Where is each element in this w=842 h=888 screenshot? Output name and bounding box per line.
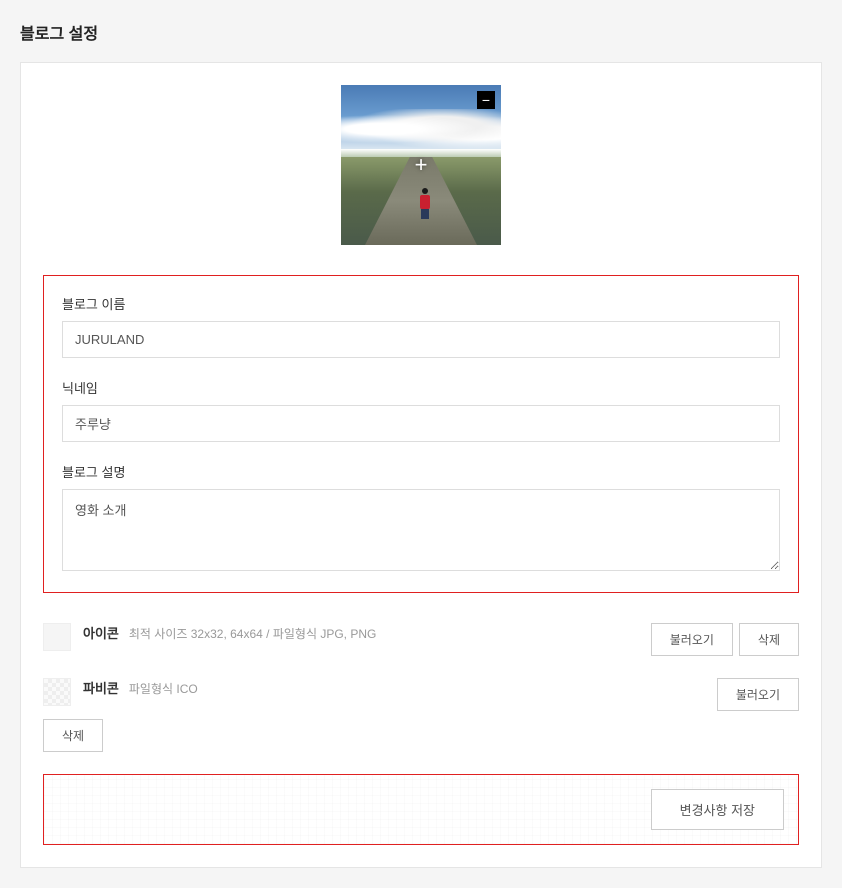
icon-row: 아이콘 최적 사이즈 32x32, 64x64 / 파일형식 JPG, PNG …	[43, 623, 799, 656]
save-row: 변경사항 저장	[43, 774, 799, 845]
cover-image: − +	[341, 85, 501, 245]
description-textarea[interactable]	[62, 489, 780, 571]
favicon-buttons: 불러오기	[717, 678, 799, 711]
icon-delete-button[interactable]: 삭제	[739, 623, 799, 656]
icon-hint: 최적 사이즈 32x32, 64x64 / 파일형식 JPG, PNG	[129, 625, 376, 642]
favicon-hint: 파일형식 ICO	[129, 680, 198, 697]
cover-cloud	[341, 109, 501, 149]
icon-label-group: 아이콘 최적 사이즈 32x32, 64x64 / 파일형식 JPG, PNG	[83, 623, 651, 651]
minus-icon: −	[482, 93, 490, 107]
icon-label: 아이콘	[83, 623, 119, 642]
blog-name-input[interactable]	[62, 321, 780, 358]
nickname-group: 닉네임	[62, 378, 780, 442]
page-title: 블로그 설정	[20, 20, 822, 44]
icon-thumbnail	[43, 623, 71, 651]
settings-panel: − + 블로그 이름 닉네임 블로그 설명 아이콘 최적 사이즈 32x32, …	[20, 62, 822, 868]
cover-person	[418, 188, 432, 216]
cover-section: − +	[43, 85, 799, 245]
nickname-input[interactable]	[62, 405, 780, 442]
blog-name-label: 블로그 이름	[62, 294, 780, 313]
plus-icon: +	[415, 152, 428, 177]
form-box: 블로그 이름 닉네임 블로그 설명	[43, 275, 799, 593]
description-group: 블로그 설명	[62, 462, 780, 574]
description-label: 블로그 설명	[62, 462, 780, 481]
favicon-delete-button[interactable]: 삭제	[43, 719, 103, 752]
favicon-thumbnail	[43, 678, 71, 706]
nickname-label: 닉네임	[62, 378, 780, 397]
remove-cover-button[interactable]: −	[477, 91, 495, 109]
blog-name-group: 블로그 이름	[62, 294, 780, 358]
icon-buttons: 불러오기 삭제	[651, 623, 799, 656]
add-cover-button[interactable]: +	[415, 152, 428, 178]
icon-load-button[interactable]: 불러오기	[651, 623, 733, 656]
favicon-label: 파비콘	[83, 678, 119, 697]
save-button[interactable]: 변경사항 저장	[651, 789, 784, 830]
favicon-row: 파비콘 파일형식 ICO 불러오기 삭제	[43, 678, 799, 752]
favicon-load-button[interactable]: 불러오기	[717, 678, 799, 711]
favicon-delete-wrap: 삭제	[43, 719, 799, 752]
favicon-label-group: 파비콘 파일형식 ICO	[83, 678, 717, 706]
